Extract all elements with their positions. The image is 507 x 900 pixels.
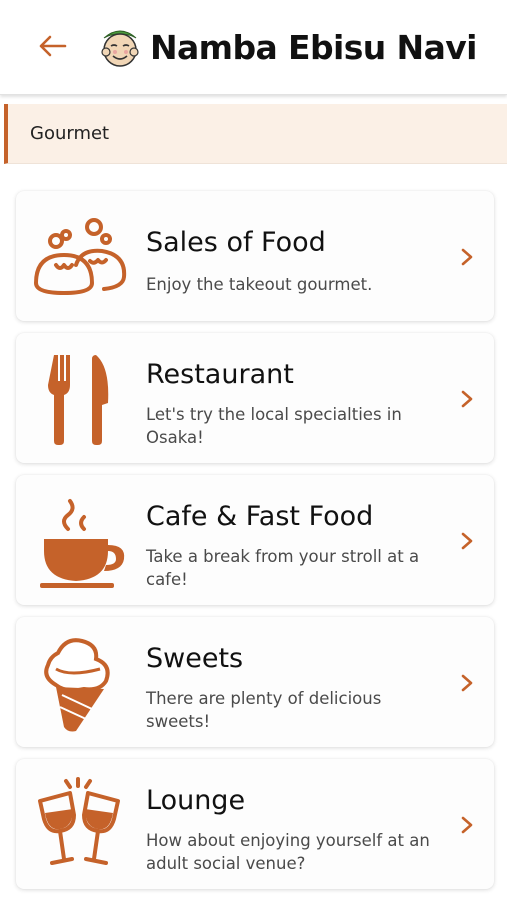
card-title: Sales of Food — [146, 227, 326, 258]
category-card-cafe-fast-food[interactable]: Cafe & Fast Food Take a break from your … — [16, 475, 494, 605]
chevron-right-icon — [461, 248, 473, 266]
section-header: Gourmet — [4, 104, 507, 164]
coffee-cup-icon — [40, 499, 125, 588]
ice-cream-icon — [44, 638, 110, 732]
chevron-right-icon — [461, 674, 473, 692]
arrow-left-icon — [39, 35, 67, 57]
wine-glasses-icon — [38, 777, 120, 865]
category-card-lounge[interactable]: Lounge How about enjoying yourself at an… — [16, 759, 494, 889]
card-title: Cafe & Fast Food — [146, 501, 374, 532]
card-description: How about enjoying yourself at an adult … — [146, 831, 430, 873]
chevron-right-icon — [461, 532, 473, 550]
ebisu-face-logo — [101, 30, 139, 67]
app-header: Namba Ebisu Navi — [0, 0, 507, 95]
chevron-right-icon — [461, 816, 473, 834]
category-card-sales-of-food[interactable]: Sales of Food Enjoy the takeout gourmet. — [16, 191, 494, 321]
dumplings-icon — [34, 218, 127, 295]
card-title: Lounge — [146, 785, 246, 816]
fork-knife-icon — [48, 355, 109, 445]
section-title: Gourmet — [30, 123, 110, 144]
card-description: There are plenty of delicious sweets! — [146, 689, 382, 731]
category-card-restaurant[interactable]: Restaurant Let's try the local specialti… — [16, 333, 494, 463]
card-description: Enjoy the takeout gourmet. — [146, 275, 373, 294]
card-description: Let's try the local specialties in Osaka… — [146, 405, 402, 447]
card-description: Take a break from your stroll at a cafe! — [146, 547, 420, 589]
card-title: Sweets — [146, 643, 244, 674]
back-button[interactable] — [34, 28, 70, 64]
app-title: Namba Ebisu Navi — [150, 28, 477, 67]
chevron-right-icon — [461, 390, 473, 408]
card-title: Restaurant — [146, 359, 294, 390]
category-card-sweets[interactable]: Sweets There are plenty of delicious swe… — [16, 617, 494, 747]
